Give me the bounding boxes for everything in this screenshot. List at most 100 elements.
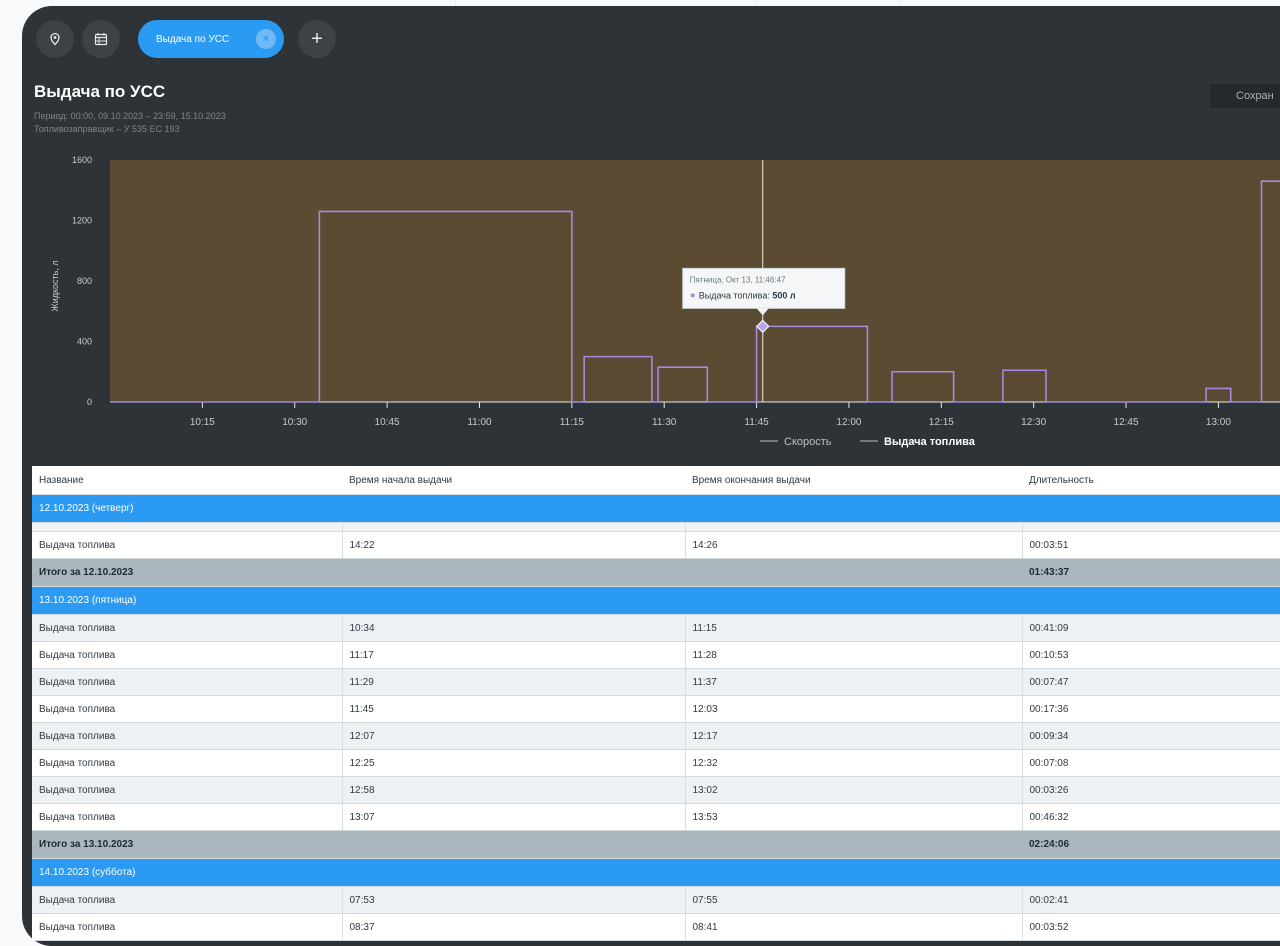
cell-name: Выдача топлива	[32, 695, 343, 723]
tab-label: Выдача по УСС	[156, 33, 230, 45]
y-tick-label: 400	[77, 337, 92, 347]
cell-duration: 00:03:52	[1022, 913, 1280, 941]
cell-end: 12:17	[685, 722, 1023, 750]
day-group-label: 14.10.2023 (суббота)	[32, 858, 1280, 887]
cell-end: 12:32	[685, 749, 1023, 777]
total-row: Итого за 13.10.2023 02:24:06	[32, 830, 1280, 859]
total-label: Итого за 12.10.2023	[32, 558, 1022, 587]
cell-end: 14:26	[685, 531, 1023, 559]
tab-bar: Выдача по УСС × +	[22, 6, 1280, 72]
cell-duration: 00:03:26	[1022, 776, 1280, 804]
cell-start: 10:34	[342, 614, 686, 642]
calendar-table-icon	[94, 33, 108, 46]
column-header-duration[interactable]: Длительность	[1022, 466, 1280, 495]
x-tick-label: 10:30	[282, 417, 307, 428]
column-header-name[interactable]: Название	[32, 466, 342, 495]
day-group-label: 13.10.2023 (пятница)	[32, 586, 1280, 615]
table-row[interactable]: Выдача топлива 10:34 11:15 00:41:09	[32, 614, 1280, 642]
y-axis-label: Жидкость, л	[50, 260, 60, 311]
table-row[interactable]: Выдача топлива 11:17 11:28 00:10:53	[32, 641, 1280, 669]
cell-duration: 00:46:32	[1022, 803, 1280, 831]
table-row[interactable]: Выдача топлива 13:07 13:53 00:46:32	[32, 803, 1280, 831]
cell-name: Выдача топлива	[32, 803, 343, 831]
total-row: Итого за 12.10.2023 01:43:37	[32, 558, 1280, 587]
day-group-row[interactable]: 13.10.2023 (пятница)	[32, 586, 1280, 615]
total-value: 01:43:37	[1022, 558, 1280, 587]
table-row[interactable]: Выдача топлива 14:22 14:26 00:03:51	[32, 531, 1280, 559]
cell-name: Выдача топлива	[32, 641, 343, 669]
tooltip-box	[682, 267, 846, 309]
cell-name: Выдача топлива	[32, 886, 343, 914]
report-vehicle: Топливозаправщик – У 535 ЕС 193	[34, 124, 180, 134]
cell-end: 11:37	[685, 668, 1023, 696]
column-header-end[interactable]: Время окончания выдачи	[685, 466, 1022, 495]
legend-item[interactable]: Выдача топлива	[884, 436, 976, 448]
y-tick-label: 800	[77, 276, 92, 286]
report-period: Период: 00:00, 09.10.2023 – 23:59, 15.10…	[34, 111, 226, 121]
x-tick-label: 12:15	[929, 417, 954, 428]
cell-duration: 00:03:51	[1022, 531, 1280, 559]
table-row[interactable]: Выдача топлива 07:53 07:55 00:02:41	[32, 886, 1280, 914]
cell-duration: 00:17:36	[1022, 695, 1280, 723]
x-tick-label: 13:00	[1206, 417, 1231, 428]
x-tick-label: 10:15	[190, 417, 215, 428]
map-pin-button[interactable]	[36, 20, 74, 58]
table-header-row: Название Время начала выдачи Время оконч…	[32, 466, 1280, 495]
tooltip-value: 500 л	[772, 290, 796, 300]
tooltip-series: Выдача топлива: 500 л	[699, 290, 796, 300]
cell-name: Выдача топлива	[32, 668, 343, 696]
cell-end: 11:15	[685, 614, 1023, 642]
cell-start: 12:07	[342, 722, 686, 750]
cell-end: 12:03	[685, 695, 1023, 723]
cell-start: 14:22	[342, 531, 686, 559]
cell-start: 11:17	[342, 641, 686, 669]
cell-end: 07:55	[685, 886, 1023, 914]
cell-name: Выдача топлива	[32, 531, 343, 559]
y-tick-label: 1200	[72, 216, 92, 226]
save-button[interactable]: Сохран	[1210, 84, 1280, 108]
legend-item[interactable]: Скорость	[784, 436, 832, 448]
cell-name: Выдача топлива	[32, 913, 343, 941]
cell-duration: 00:10:53	[1022, 641, 1280, 669]
table-row[interactable]: Выдача топлива 11:45 12:03 00:17:36	[32, 695, 1280, 723]
cell-start: 07:53	[342, 886, 686, 914]
cell-end: 11:28	[685, 641, 1023, 669]
x-tick-label: 12:45	[1114, 417, 1139, 428]
cell-start: 11:45	[342, 695, 686, 723]
table-row[interactable]: Выдача топлива 11:29 11:37 00:07:47	[32, 668, 1280, 696]
tab-close-icon[interactable]: ×	[256, 29, 276, 49]
plus-icon: +	[311, 27, 323, 50]
total-value: 02:24:06	[1022, 830, 1280, 859]
x-tick-label: 10:45	[375, 417, 400, 428]
cell-name: Выдача топлива	[32, 776, 343, 804]
tooltip-time: Пятница, Окт 13, 11:46:47	[690, 275, 786, 284]
table-row[interactable]: Выдача топлива 12:58 13:02 00:03:26	[32, 776, 1280, 804]
cell-name: Выдача топлива	[32, 614, 343, 642]
report-calendar-button[interactable]	[82, 20, 120, 58]
cell-duration: 00:02:41	[1022, 886, 1280, 914]
report-title: Выдача по УСС	[34, 82, 166, 101]
x-tick-label: 12:00	[836, 417, 861, 428]
cell-name: Выдача топлива	[32, 722, 343, 750]
tab-report-uss[interactable]: Выдача по УСС ×	[138, 20, 284, 58]
add-tab-button[interactable]: +	[298, 20, 336, 58]
cell-end: 13:53	[685, 803, 1023, 831]
day-group-row[interactable]: 12.10.2023 (четверг)	[32, 494, 1280, 523]
column-header-start[interactable]: Время начала выдачи	[342, 466, 685, 495]
x-tick-label: 12:30	[1021, 417, 1046, 428]
cell-start: 08:37	[342, 913, 686, 941]
report-window: Выдача по УСС × + Выдача по УСС Период: …	[22, 6, 1280, 946]
cell-duration: 00:07:47	[1022, 668, 1280, 696]
cell-start: 12:58	[342, 776, 686, 804]
table-row[interactable]: Выдача топлива 12:07 12:17 00:09:34	[32, 722, 1280, 750]
tooltip-series-dot	[690, 293, 695, 298]
day-group-label: 12.10.2023 (четверг)	[32, 494, 1280, 523]
y-tick-label: 1600	[72, 155, 92, 165]
day-group-row[interactable]: 14.10.2023 (суббота)	[32, 858, 1280, 887]
fuel-chart[interactable]: 0 400 800 1200 1600 10:15 10:30 10:45 11:00 11:1…	[22, 154, 1280, 459]
cell-start: 12:25	[342, 749, 686, 777]
cell-start: 11:29	[342, 668, 686, 696]
table-row[interactable]: Выдача топлива 12:25 12:32 00:07:08	[32, 749, 1280, 777]
x-tick-label: 11:30	[652, 417, 677, 428]
table-row[interactable]: Выдача топлива 08:37 08:41 00:03:52	[32, 913, 1280, 941]
